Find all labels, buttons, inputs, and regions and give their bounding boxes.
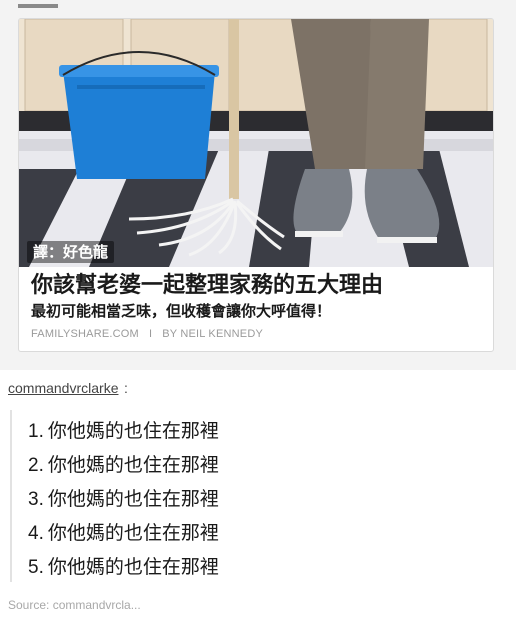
list-item: 2. 你他媽的也住在那裡 [28,454,219,476]
top-edge-mark [18,4,58,8]
blockquote-bar [10,410,12,582]
translator-tag: 譯：好色龍 [27,241,115,263]
reblogger-username[interactable]: commandvrclarke [8,380,118,396]
source-link[interactable]: Source: commandvrcla... [8,598,141,612]
list-item: 3. 你他媽的也住在那裡 [28,488,219,510]
article-headline[interactable]: 你該幫老婆一起整理家務的五大理由 [31,271,383,301]
list-item: 4. 你他媽的也住在那裡 [28,522,219,544]
author-name: BY NEIL KENNEDY [162,328,264,340]
source-domain[interactable]: FAMILYSHARE.COM [31,328,139,340]
list-item: 5. 你他媽的也住在那裡 [28,556,219,578]
reply-list: 1. 你他媽的也住在那裡 2. 你他媽的也住在那裡 3. 你他媽的也住在那裡 4. 你他… [28,414,219,584]
list-item: 1. 你他媽的也住在那裡 [28,420,219,442]
mop-bucket-photo-illustration [19,19,493,267]
byline-separator: I [148,328,153,340]
username-colon: : [124,380,128,396]
article-subtitle: 最初可能相當乏味，但收穫會讓你大呼值得！ [31,302,332,320]
link-preview-card[interactable]: 譯：好色龍 你該幫老婆一起整理家務的五大理由 最初可能相當乏味，但收穫會讓你大呼… [18,18,494,352]
article-byline: FAMILYSHARE.COM I BY NEIL KENNEDY [31,328,263,340]
article-photo: 譯：好色龍 [19,19,493,267]
